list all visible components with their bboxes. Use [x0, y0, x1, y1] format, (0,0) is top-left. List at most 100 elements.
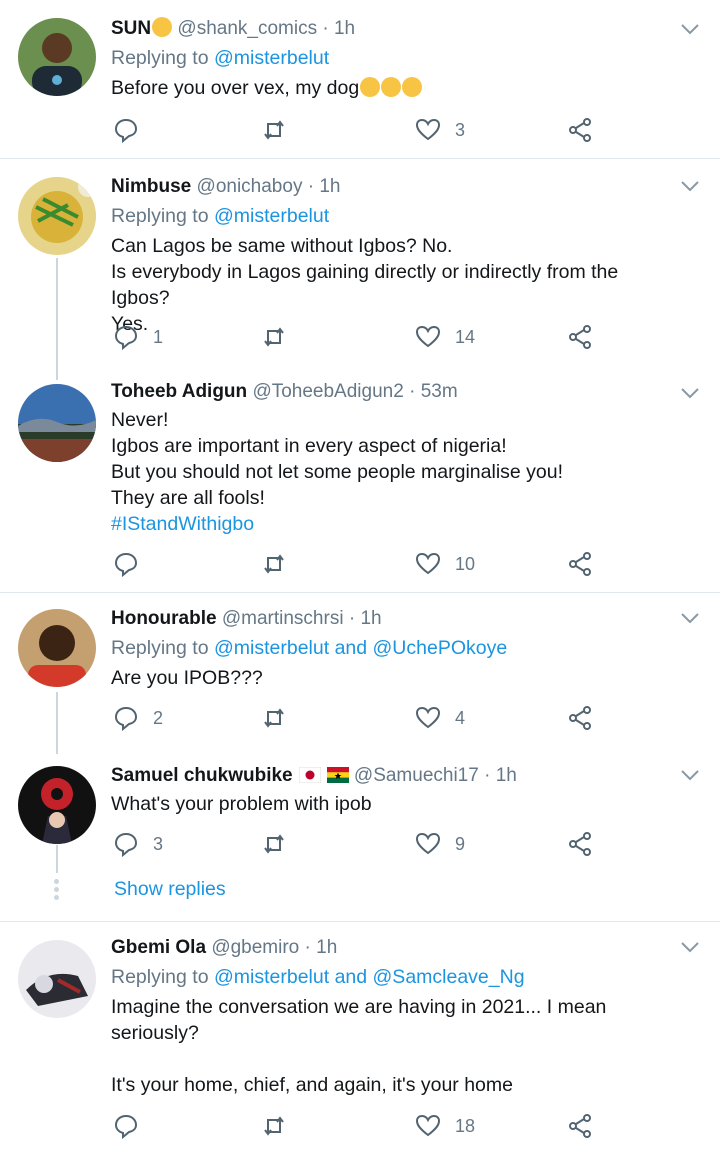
share-icon — [569, 1114, 591, 1138]
user-handle[interactable]: @onichaboy — [197, 176, 303, 197]
hashtag-link[interactable]: #IStandWithigbo — [111, 511, 680, 537]
share-button[interactable] — [567, 115, 593, 145]
mention-link[interactable]: @misterbelut — [214, 205, 329, 227]
display-name[interactable]: Honourable — [111, 608, 217, 629]
retweet-icon — [264, 327, 284, 347]
thread-dots — [54, 879, 60, 903]
like-icon — [415, 325, 441, 348]
retweet-button[interactable] — [261, 549, 301, 579]
display-name[interactable]: Nimbuse — [111, 176, 191, 197]
like-button[interactable]: 14 — [415, 322, 475, 352]
tweet-4[interactable]: Honourable @martinschrsi · 1h Replying t… — [0, 593, 720, 743]
share-icon — [569, 706, 591, 730]
display-name[interactable]: Samuel chukwubike — [111, 765, 293, 786]
chevron-down-icon[interactable] — [680, 940, 700, 954]
share-icon — [569, 552, 591, 576]
share-icon — [569, 325, 591, 349]
avatar[interactable] — [18, 18, 96, 96]
timestamp[interactable]: 1h — [496, 765, 517, 786]
chevron-down-icon[interactable] — [680, 179, 700, 193]
pleading-face-emoji-icon — [360, 77, 381, 97]
pleading-face-emoji-icon — [381, 77, 402, 97]
user-handle[interactable]: @gbemiro — [211, 937, 299, 958]
tweet-text: Are you IPOB??? — [111, 667, 263, 689]
reply-icon — [114, 118, 138, 143]
share-button[interactable] — [567, 829, 593, 859]
replying-to: Replying to @misterbelut — [111, 47, 330, 69]
avatar[interactable] — [18, 766, 96, 844]
display-name[interactable]: Toheeb Adigun — [111, 381, 247, 402]
retweet-icon — [264, 708, 284, 728]
timestamp[interactable]: 53m — [421, 381, 458, 402]
chevron-down-icon[interactable] — [680, 611, 700, 625]
like-button[interactable]: 18 — [415, 1111, 475, 1141]
user-handle[interactable]: @ToheebAdigun2 — [252, 381, 403, 402]
replying-to: Replying to @misterbelut — [111, 205, 330, 227]
retweet-button[interactable] — [261, 115, 301, 145]
retweet-button[interactable] — [261, 703, 301, 733]
tweet-actions: 3 9 — [111, 829, 611, 859]
like-button[interactable]: 4 — [415, 703, 465, 733]
tweet-5[interactable]: Samuel chukwubike @Samuechi17 · 1h What'… — [0, 750, 720, 920]
tweet-header: Gbemi Ola @gbemiro · 1h — [111, 937, 338, 958]
like-button[interactable]: 10 — [415, 549, 475, 579]
like-button[interactable]: 9 — [415, 829, 465, 859]
mention-link[interactable]: @misterbelut — [214, 47, 329, 69]
tweet-text: Imagine the conversation we are having i… — [111, 996, 607, 1096]
share-button[interactable] — [567, 1111, 593, 1141]
like-icon — [415, 1114, 441, 1137]
user-handle[interactable]: @martinschrsi — [222, 608, 344, 629]
reply-icon — [114, 552, 138, 577]
timestamp[interactable]: 1h — [319, 176, 340, 197]
user-handle[interactable]: @shank_comics — [177, 18, 317, 39]
avatar[interactable] — [18, 177, 96, 255]
like-button[interactable]: 3 — [415, 115, 465, 145]
reply-button[interactable]: 3 — [113, 829, 163, 859]
like-icon — [415, 706, 441, 729]
tweet-3[interactable]: Toheeb Adigun @ToheebAdigun2 · 53m Never… — [0, 366, 720, 592]
chevron-down-icon[interactable] — [680, 768, 700, 782]
retweet-button[interactable] — [261, 1111, 301, 1141]
tweet-header: SUN @shank_comics · 1h — [111, 17, 356, 39]
reply-button[interactable] — [113, 1111, 153, 1141]
show-replies-link[interactable]: Show replies — [114, 878, 226, 901]
tweet-text: Never! Igbos are important in every aspe… — [111, 407, 680, 537]
chevron-down-icon[interactable] — [680, 22, 700, 36]
tweet-header: Honourable @martinschrsi · 1h — [111, 608, 382, 629]
reply-button[interactable]: 2 — [113, 703, 163, 733]
retweet-icon — [264, 1116, 284, 1136]
timestamp[interactable]: 1h — [334, 18, 355, 39]
user-handle[interactable]: @Samuechi17 — [354, 765, 479, 786]
display-name[interactable]: SUN — [111, 18, 151, 39]
reply-button[interactable]: 1 — [113, 322, 163, 352]
reply-button[interactable] — [113, 115, 153, 145]
share-icon — [569, 118, 591, 142]
timestamp[interactable]: 1h — [360, 608, 381, 629]
like-icon — [415, 118, 441, 141]
avatar[interactable] — [18, 940, 96, 1018]
share-button[interactable] — [567, 703, 593, 733]
reply-button[interactable] — [113, 549, 153, 579]
tweet-actions: 18 — [111, 1111, 611, 1141]
avatar[interactable] — [18, 609, 96, 687]
share-icon — [569, 832, 591, 856]
avatar[interactable] — [18, 384, 96, 462]
tweet-header: Samuel chukwubike @Samuechi17 · 1h — [111, 765, 517, 786]
timestamp[interactable]: 1h — [316, 937, 337, 958]
mention-link[interactable]: @misterbelut and @Samcleave_Ng — [214, 966, 525, 988]
like-icon — [415, 552, 441, 575]
tweet-1[interactable]: SUN @shank_comics · 1h Replying to @mist… — [0, 0, 720, 158]
tweet-text: What's your problem with ipob — [111, 793, 372, 815]
share-button[interactable] — [567, 549, 593, 579]
mention-link[interactable]: @misterbelut and @UchePOkoye — [214, 637, 507, 659]
retweet-button[interactable] — [261, 829, 301, 859]
tweet-6[interactable]: Gbemi Ola @gbemiro · 1h Replying to @mis… — [0, 922, 720, 1149]
retweet-button[interactable] — [261, 322, 301, 352]
chevron-down-icon[interactable] — [680, 386, 700, 400]
tweet-actions: 3 — [111, 115, 611, 145]
display-name[interactable]: Gbemi Ola — [111, 937, 206, 958]
tweet-actions: 10 — [111, 549, 611, 579]
smiling-emoji-icon — [152, 17, 173, 37]
tweet-2[interactable]: Nimbuse @onichaboy · 1h Replying to @mis… — [0, 159, 720, 365]
share-button[interactable] — [567, 322, 593, 352]
